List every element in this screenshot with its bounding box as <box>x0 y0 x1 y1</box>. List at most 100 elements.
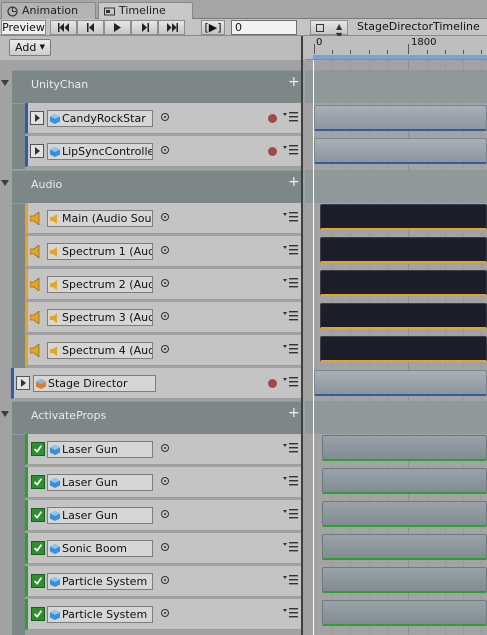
add-track-button[interactable]: Add ▼ <box>9 39 51 56</box>
track-menu-icon[interactable] <box>283 111 299 123</box>
clip-spectrum-1[interactable] <box>320 237 487 263</box>
clip-main-audio[interactable] <box>320 204 487 230</box>
active-checkbox-icon[interactable] <box>31 541 45 555</box>
object-picker-icon[interactable] <box>161 113 169 121</box>
clip-area[interactable] <box>305 60 487 635</box>
track-binding-field[interactable]: Spectrum 1 (Audio Source) <box>47 243 153 260</box>
active-checkbox-icon[interactable] <box>31 475 45 489</box>
track-binding-field[interactable]: Laser Gun <box>47 507 153 524</box>
object-picker-icon[interactable] <box>161 345 169 353</box>
tab-animation[interactable]: Animation <box>1 2 96 19</box>
object-picker-icon[interactable] <box>161 576 169 584</box>
track-laser-gun-1[interactable]: Laser Gun <box>25 434 302 465</box>
track-menu-icon[interactable] <box>283 244 299 256</box>
track-menu-icon[interactable] <box>283 277 299 289</box>
track-spectrum-2[interactable]: Spectrum 2 (Audio Source) <box>25 269 302 300</box>
record-button-icon[interactable] <box>268 379 277 388</box>
group-activateprops[interactable]: ActivateProps + <box>12 401 302 434</box>
object-picker-icon[interactable] <box>161 146 169 154</box>
track-particle-system-1[interactable]: Particle System <box>25 566 302 597</box>
track-binding-field[interactable]: Spectrum 4 (Audio Source) <box>47 342 153 359</box>
time-ruler[interactable]: 0 1800 <box>305 36 487 60</box>
object-picker-icon[interactable] <box>161 312 169 320</box>
track-menu-icon[interactable] <box>283 442 299 454</box>
track-binding-field[interactable]: LipSyncController <box>47 143 153 160</box>
track-menu-icon[interactable] <box>283 343 299 355</box>
track-particle-system-2[interactable]: Particle System <box>25 599 302 630</box>
track-binding-field[interactable]: CandyRockStar <box>47 110 153 127</box>
track-binding-field[interactable]: Sonic Boom <box>47 540 153 557</box>
group-unitychan[interactable]: UnityChan + <box>12 70 302 103</box>
track-sonic-boom[interactable]: Sonic Boom <box>25 533 302 564</box>
track-spectrum-4[interactable]: Spectrum 4 (Audio Source) <box>25 335 302 366</box>
clip-candyrockstar[interactable] <box>314 105 487 131</box>
track-binding-field[interactable]: Stage Director <box>33 375 156 392</box>
track-menu-icon[interactable] <box>283 475 299 487</box>
object-picker-icon[interactable] <box>161 279 169 287</box>
go-to-end-button[interactable] <box>158 20 185 35</box>
track-menu-icon[interactable] <box>283 574 299 586</box>
collapse-arrow-icon[interactable] <box>1 80 9 86</box>
active-checkbox-icon[interactable] <box>31 442 45 456</box>
clip-laser-gun-3[interactable] <box>322 501 487 527</box>
expand-track-icon[interactable] <box>16 376 30 390</box>
panel-divider[interactable] <box>301 36 303 635</box>
track-binding-field[interactable]: Particle System <box>47 606 153 623</box>
track-menu-icon[interactable] <box>283 541 299 553</box>
track-lipsynccontroller[interactable]: LipSyncController <box>25 136 302 167</box>
track-menu-icon[interactable] <box>283 310 299 322</box>
object-picker-icon[interactable] <box>161 213 169 221</box>
clip-laser-gun-2[interactable] <box>322 468 487 494</box>
previous-frame-button[interactable] <box>77 20 104 35</box>
track-binding-field[interactable]: Spectrum 3 (Audio Source) <box>47 309 153 326</box>
collapse-arrow-icon[interactable] <box>1 411 9 417</box>
clip-laser-gun-1[interactable] <box>322 435 487 461</box>
track-binding-field[interactable]: Laser Gun <box>47 441 153 458</box>
record-button-icon[interactable] <box>268 147 277 156</box>
group-audio[interactable]: Audio + <box>12 170 302 203</box>
track-spectrum-1[interactable]: Spectrum 1 (Audio Source) <box>25 236 302 267</box>
preview-button[interactable]: Preview <box>1 20 46 35</box>
active-checkbox-icon[interactable] <box>31 607 45 621</box>
track-binding-field[interactable]: Spectrum 2 (Audio Source) <box>47 276 153 293</box>
track-menu-icon[interactable] <box>283 607 299 619</box>
next-frame-button[interactable] <box>131 20 158 35</box>
object-picker-icon[interactable] <box>161 510 169 518</box>
track-binding-field[interactable]: Main (Audio Source) <box>47 210 153 227</box>
add-track-plus-icon[interactable]: + <box>288 405 300 421</box>
tab-timeline[interactable]: Timeline <box>98 2 193 19</box>
track-laser-gun-2[interactable]: Laser Gun <box>25 467 302 498</box>
track-main-audio[interactable]: Main (Audio Source) <box>25 203 302 234</box>
expand-track-icon[interactable] <box>30 111 44 125</box>
track-spectrum-3[interactable]: Spectrum 3 (Audio Source) <box>25 302 302 333</box>
timeline-selector[interactable]: ▲▼ <box>310 20 348 40</box>
clip-spectrum-2[interactable] <box>320 270 487 296</box>
record-button-icon[interactable] <box>268 114 277 123</box>
track-menu-icon[interactable] <box>283 508 299 520</box>
track-menu-icon[interactable] <box>283 211 299 223</box>
track-binding-field[interactable]: Laser Gun <box>47 474 153 491</box>
clip-lipsync[interactable] <box>314 138 487 164</box>
object-picker-icon[interactable] <box>161 477 169 485</box>
go-to-start-button[interactable] <box>50 20 77 35</box>
track-stage-director[interactable]: Stage Director <box>11 368 302 399</box>
clip-sonic-boom[interactable] <box>322 534 487 560</box>
object-picker-icon[interactable] <box>161 444 169 452</box>
object-picker-icon[interactable] <box>161 543 169 551</box>
frame-input[interactable]: 0 <box>231 20 297 35</box>
clip-spectrum-4[interactable] <box>320 336 487 362</box>
expand-track-icon[interactable] <box>30 144 44 158</box>
active-checkbox-icon[interactable] <box>31 574 45 588</box>
clip-particle-system-1[interactable] <box>322 567 487 593</box>
play-range-button[interactable]: [▶] <box>201 20 225 35</box>
add-track-plus-icon[interactable]: + <box>288 174 300 190</box>
clip-particle-system-2[interactable] <box>322 600 487 626</box>
track-menu-icon[interactable] <box>283 144 299 156</box>
play-button[interactable] <box>104 20 131 35</box>
add-track-plus-icon[interactable]: + <box>288 74 300 90</box>
clip-spectrum-3[interactable] <box>320 303 487 329</box>
collapse-arrow-icon[interactable] <box>1 180 9 186</box>
track-laser-gun-3[interactable]: Laser Gun <box>25 500 302 531</box>
track-binding-field[interactable]: Particle System <box>47 573 153 590</box>
clip-stage-director[interactable] <box>314 370 487 396</box>
